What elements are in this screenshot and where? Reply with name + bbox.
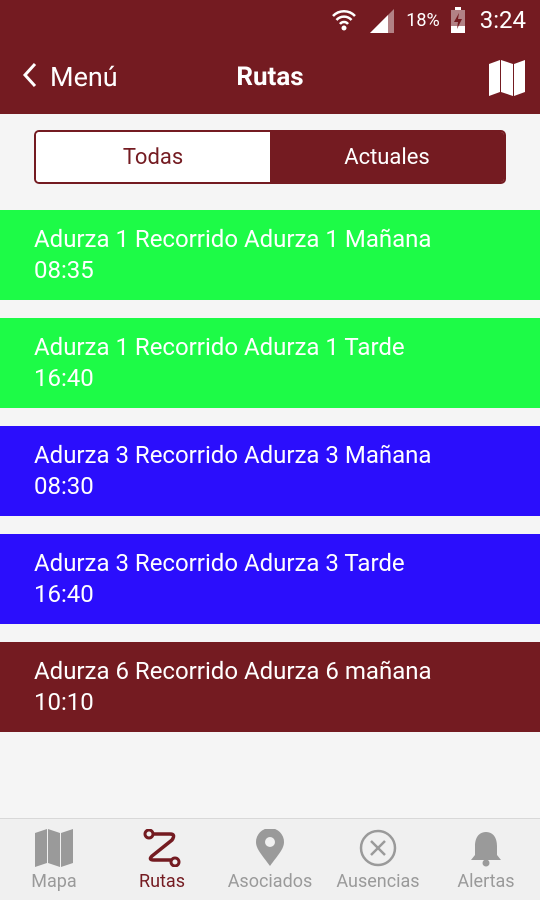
map-icon — [34, 829, 74, 867]
battery-charging-icon — [450, 7, 466, 33]
route-time: 10:10 — [34, 688, 94, 716]
map-view-button[interactable] — [488, 60, 526, 100]
location-pin-icon — [250, 829, 290, 867]
route-item[interactable]: Adurza 1 Recorrido Adurza 1 Mañana 08:35 — [0, 210, 540, 300]
route-item[interactable]: Adurza 6 Recorrido Adurza 6 mañana 10:10 — [0, 642, 540, 732]
map-icon — [488, 60, 526, 100]
wifi-icon — [330, 6, 358, 34]
nav-item-asociados[interactable]: Asociados — [216, 819, 324, 900]
status-bar: 18% 3:24 — [0, 0, 540, 40]
route-item[interactable]: Adurza 3 Recorrido Adurza 3 Mañana 08:30 — [0, 426, 540, 516]
route-item[interactable]: Adurza 1 Recorrido Adurza 1 Tarde 16:40 — [0, 318, 540, 408]
route-name: Adurza 1 Recorrido Adurza 1 Tarde — [34, 333, 405, 361]
route-name: Adurza 6 Recorrido Adurza 6 mañana — [34, 657, 432, 685]
tab-todas[interactable]: Todas — [36, 132, 270, 182]
route-time: 16:40 — [34, 364, 94, 392]
nav-item-ausencias[interactable]: Ausencias — [324, 819, 432, 900]
route-time: 08:30 — [34, 472, 94, 500]
nav-label: Alertas — [457, 871, 515, 892]
battery-percent: 18% — [406, 9, 440, 31]
nav-label: Ausencias — [336, 871, 420, 892]
route-name: Adurza 3 Recorrido Adurza 3 Tarde — [34, 549, 405, 577]
route-time: 16:40 — [34, 580, 94, 608]
route-icon — [142, 829, 182, 867]
route-time: 08:35 — [34, 256, 94, 284]
back-label: Menú — [50, 61, 118, 93]
bell-icon — [466, 829, 506, 867]
nav-label: Rutas — [139, 871, 185, 892]
route-item[interactable]: Adurza 3 Recorrido Adurza 3 Tarde 16:40 — [0, 534, 540, 624]
nav-label: Mapa — [31, 871, 77, 892]
clock: 3:24 — [479, 6, 526, 34]
route-list: Adurza 1 Recorrido Adurza 1 Mañana 08:35… — [0, 210, 540, 750]
route-name: Adurza 3 Recorrido Adurza 3 Mañana — [34, 441, 432, 469]
route-filter-tabs: Todas Actuales — [34, 130, 506, 184]
nav-item-rutas[interactable]: Rutas — [108, 819, 216, 900]
nav-item-alertas[interactable]: Alertas — [432, 819, 540, 900]
bottom-navigation: Mapa Rutas Asociados Ausencias Alertas — [0, 818, 540, 900]
nav-item-mapa[interactable]: Mapa — [0, 819, 108, 900]
back-button[interactable]: Menú — [22, 40, 118, 114]
signal-icon — [368, 7, 396, 33]
route-name: Adurza 1 Recorrido Adurza 1 Mañana — [34, 225, 432, 253]
app-toolbar: Menú Rutas — [0, 40, 540, 114]
cancel-circle-icon — [358, 829, 398, 867]
nav-label: Asociados — [227, 871, 313, 892]
chevron-left-icon — [22, 61, 38, 93]
tab-actuales[interactable]: Actuales — [270, 132, 504, 182]
